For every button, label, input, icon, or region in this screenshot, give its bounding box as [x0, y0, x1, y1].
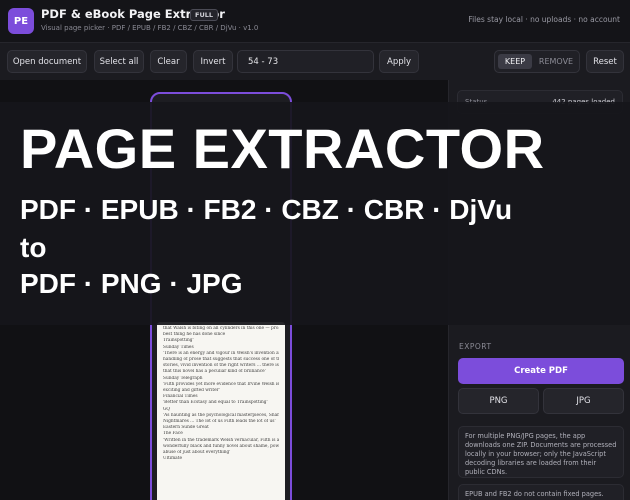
edition-badge: FULL	[190, 9, 219, 21]
banner-input-formats: PDF · EPUB · FB2 · CBZ · CBR · DjVu	[20, 194, 513, 225]
export-info-note: For multiple PNG/JPG pages, the app down…	[458, 426, 624, 478]
reset-button[interactable]: Reset	[586, 50, 624, 73]
create-pdf-button[interactable]: Create PDF	[458, 358, 624, 384]
remove-mode-button[interactable]: REMOVE	[535, 54, 577, 69]
app-header: PE PDF & eBook Page Extractor FULL Visua…	[0, 0, 630, 43]
select-all-button[interactable]: Select all	[94, 50, 144, 73]
page-text-line: 'Better than Ecstasy and equal to Trains…	[163, 400, 268, 406]
page-preview: that Walsh is biting on all cylinders in…	[157, 322, 285, 500]
app-subtitle: Visual page picker · PDF / EPUB / FB2 / …	[41, 24, 259, 32]
jpg-export-button[interactable]: JPG	[543, 388, 624, 414]
privacy-note: Files stay local · no uploads · no accou…	[468, 15, 620, 24]
open-document-button[interactable]: Open document	[7, 50, 87, 73]
banner-title: PAGE EXTRACTOR	[20, 117, 545, 180]
apply-button[interactable]: Apply	[379, 50, 419, 73]
page-text-line: that this novel has a peculiar kind of b…	[163, 369, 266, 375]
promo-banner: PAGE EXTRACTOR PDF · EPUB · FB2 · CBZ · …	[0, 102, 630, 325]
page-text-line: Ultimate	[163, 456, 183, 462]
format-info-note: EPUB and FB2 do not contain fixed pages.…	[458, 484, 624, 500]
export-section-label: EXPORT	[459, 342, 492, 351]
app-logo: PE	[8, 8, 34, 34]
keep-mode-button[interactable]: KEEP	[498, 54, 532, 69]
page-range-input[interactable]	[237, 50, 374, 73]
mode-toggle: KEEP REMOVE	[494, 50, 580, 73]
clear-button[interactable]: Clear	[150, 50, 187, 73]
banner-to: to	[20, 232, 47, 263]
toolbar: Open document Select all Clear Invert Ap…	[0, 43, 630, 80]
banner-output-formats: PDF · PNG · JPG	[20, 268, 243, 299]
invert-button[interactable]: Invert	[193, 50, 233, 73]
png-export-button[interactable]: PNG	[458, 388, 539, 414]
page-text-line: 'Written in the trademark Welsh vernacul…	[163, 437, 279, 443]
